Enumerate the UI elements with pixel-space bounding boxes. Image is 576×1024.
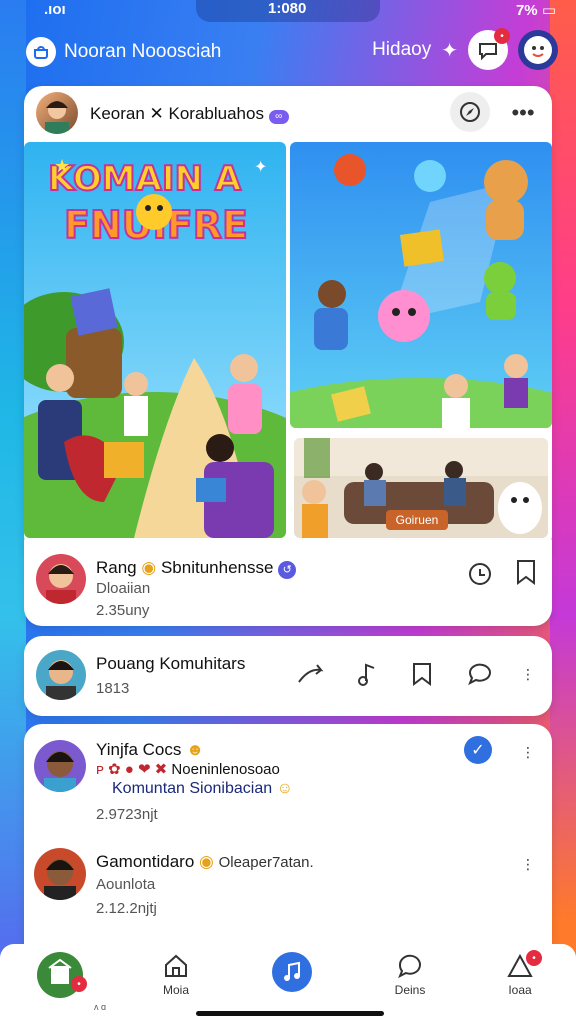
nav-profile-avatar: • <box>37 952 87 998</box>
grin-emoji-icon: ☺ <box>276 780 293 797</box>
chat-button[interactable]: • <box>468 28 510 70</box>
nav-music[interactable] <box>252 952 332 992</box>
comment-4-more-icon[interactable]: ⋮ <box>518 850 538 878</box>
more-options-icon[interactable]: ••• <box>508 98 538 128</box>
home-indicator[interactable] <box>196 1011 384 1016</box>
comment-avatar-1[interactable] <box>36 554 86 604</box>
post-video-thumbnail[interactable]: Goiruen <box>294 438 548 538</box>
comment-3-name[interactable]: Yinjfa Cocs ☻ <box>96 740 204 760</box>
bookmark-outline-icon[interactable] <box>406 658 438 690</box>
nav-profile[interactable]: • <box>20 952 100 998</box>
music-button <box>272 952 312 992</box>
comment-3-icons: ᴘ ✿ ● ❤ ✖ <box>96 761 168 778</box>
verified-icon: ∞ <box>268 110 289 124</box>
nav-chat[interactable]: Deins <box>370 952 450 997</box>
nav-alert-badge: • <box>526 950 542 966</box>
nav-notifications-label: Ioaa <box>508 983 532 997</box>
brand-name: Nooran Nooosciah <box>64 41 222 62</box>
compass-button[interactable] <box>450 92 490 132</box>
comment-avatar-3[interactable] <box>34 740 86 792</box>
comment-2-sub: 1813 <box>96 680 130 697</box>
bookmark-icon[interactable] <box>512 558 540 586</box>
top-bar: Nooran Nooosciah Hidaoy ✦ • <box>12 24 564 82</box>
comment-avatar-2[interactable] <box>36 650 86 700</box>
profile-avatar-button[interactable] <box>518 30 558 70</box>
comment-card-1: Rang ◉ Sbnitunhensse ↺ Dloaiian 2.35uny <box>24 540 552 626</box>
left-gradient-edge <box>0 0 26 1024</box>
comment-4-name-extra: Oleaper7atan. <box>218 854 314 871</box>
comment-3-line3: Komuntan Sionibacian ☺ <box>112 780 293 798</box>
history-icon[interactable] <box>466 560 494 588</box>
signal-text: .ıoı <box>44 1 66 18</box>
author-avatar[interactable] <box>36 92 78 134</box>
comment-1-name-extra: Sbnitunhensse <box>160 558 274 577</box>
nav-home[interactable]: Moia <box>136 952 216 997</box>
svg-text:✦: ✦ <box>254 159 267 176</box>
battery-percent: 7% <box>515 2 538 19</box>
nav-chat-label: Deins <box>394 983 426 997</box>
verified-check-icon[interactable]: ✓ <box>464 736 492 764</box>
home-icon <box>165 954 187 977</box>
comment-bubble-icon[interactable] <box>464 658 496 690</box>
status-bar: .ıoı 1:080 7% ▭ <box>0 0 576 22</box>
sparkle-icon[interactable]: ✦ <box>441 38 458 63</box>
verified-badge-icon: ↺ <box>278 561 297 579</box>
post-author[interactable]: Keoran ✕ Korabluahos ∞ <box>90 104 289 124</box>
brand[interactable]: Nooran Nooosciah <box>26 34 221 70</box>
chat-bubble-icon <box>398 954 421 979</box>
nav-notifications[interactable]: • Ioaa <box>480 950 560 997</box>
notification-badge: • <box>494 28 510 44</box>
app-logo-icon <box>26 37 56 67</box>
music-note-icon[interactable] <box>352 658 384 690</box>
right-gradient-edge <box>550 0 576 1024</box>
comment-3-name-text: Yinjfa Cocs <box>96 740 182 759</box>
comment-3-line2-text: Noeninlenosoao <box>171 761 280 778</box>
comment-4-name-text: Gamontidaro <box>96 852 195 871</box>
smile-emoji-icon: ◉ <box>141 558 157 577</box>
nav-tiny-text: ʌ ɑ <box>94 1002 107 1012</box>
comment-1-name[interactable]: Rang <box>96 558 137 577</box>
video-caption: Goiruen <box>386 510 448 530</box>
comment-4-sub: Aounlota <box>96 876 156 893</box>
mascot-avatar-icon <box>524 36 552 64</box>
comment-4-time: 2.12.2njtj <box>96 900 157 917</box>
banner-title-line1: KOMAIN A <box>48 159 242 199</box>
comment-4-name[interactable]: Gamontidaro ◉ Oleaper7atan. <box>96 852 314 872</box>
comment-3-more-icon[interactable]: ⋮ <box>518 738 538 766</box>
nav-profile-badge: • <box>71 976 87 992</box>
comment-1-header: Rang ◉ Sbnitunhensse ↺ <box>96 558 297 579</box>
post-author-name: Keoran ✕ Korabluahos <box>90 104 264 123</box>
hmm-emoji-icon: ◉ <box>199 852 214 871</box>
comment-card-2: Pouang Komuhitars 1813 ⋮ <box>24 636 552 716</box>
music-icon <box>284 961 300 981</box>
clock: 1:080 <box>268 0 307 17</box>
post-image-main[interactable]: KOMAIN A FNUIFRE ★ ✦ <box>24 142 286 538</box>
comment-3-line2: ᴘ ✿ ● ❤ ✖ Noeninlenosoao <box>96 760 280 778</box>
header-label[interactable]: Hidaoy <box>372 39 431 61</box>
comment-1-time: 2.35uny <box>96 602 150 619</box>
post-card: Keoran ✕ Korabluahos ∞ ••• KOMAIN A ★ ✦ … <box>24 86 552 554</box>
nav-home-label: Moia <box>162 983 189 997</box>
comments-list-card: Yinjfa Cocs ☻ ᴘ ✿ ● ❤ ✖ Noeninlenosoao K… <box>24 724 552 944</box>
comment-3-link[interactable]: Komuntan Sionibacian <box>112 780 272 797</box>
battery: 7% ▭ <box>515 2 556 19</box>
compass-icon <box>460 102 480 122</box>
comment-2-name[interactable]: Pouang Komuhitars <box>96 654 245 674</box>
post-image-top-right[interactable] <box>290 142 552 428</box>
header-actions: Hidaoy ✦ • <box>372 28 558 70</box>
more-vertical-icon[interactable]: ⋮ <box>516 654 540 694</box>
share-icon[interactable] <box>296 658 328 690</box>
laugh-emoji-icon: ☻ <box>186 740 204 759</box>
comment-3-time: 2.9723njt <box>96 806 158 823</box>
comment-1-sub: Dloaiian <box>96 580 151 597</box>
svg-text:★: ★ <box>54 156 70 176</box>
comment-avatar-4[interactable] <box>34 848 86 900</box>
